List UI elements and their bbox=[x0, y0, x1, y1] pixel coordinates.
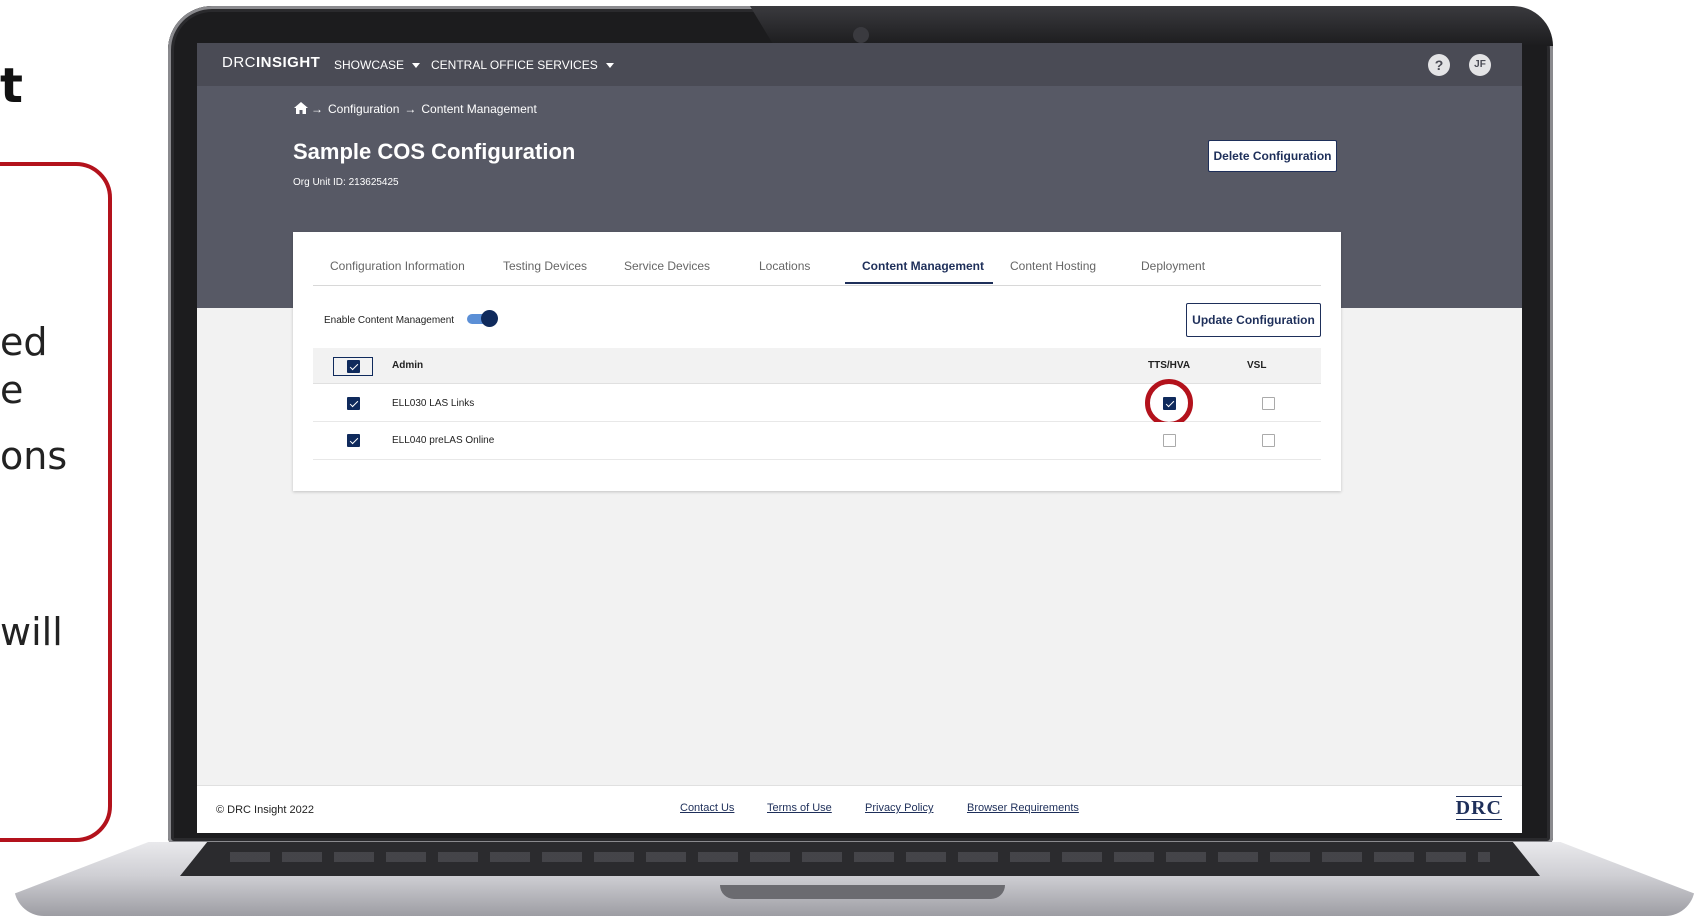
highlight-ring bbox=[1145, 379, 1193, 427]
note-box bbox=[0, 162, 112, 842]
tab-content-management[interactable]: Content Management bbox=[862, 259, 984, 273]
laptop-notch bbox=[720, 885, 1005, 899]
app-screen: DRCINSIGHT SHOWCASE CENTRAL OFFICE SERVI… bbox=[197, 43, 1522, 833]
copyright: © DRC Insight 2022 bbox=[216, 804, 314, 816]
camera-icon bbox=[853, 27, 869, 43]
note-line-3: ons bbox=[0, 434, 68, 478]
nav-cos-label: CENTRAL OFFICE SERVICES bbox=[431, 58, 598, 72]
arrow-right-icon: → bbox=[311, 102, 323, 116]
avatar[interactable]: JF bbox=[1469, 54, 1491, 76]
column-admin: Admin bbox=[392, 360, 424, 371]
lid-gloss bbox=[750, 6, 1553, 46]
arrow-right-icon: → bbox=[404, 102, 417, 116]
tab-deployment[interactable]: Deployment bbox=[1141, 259, 1205, 273]
tab-service-devices[interactable]: Service Devices bbox=[624, 259, 710, 273]
note-line-2: e bbox=[0, 368, 24, 412]
nav-showcase-label: SHOWCASE bbox=[334, 58, 405, 72]
breadcrumb: → Configuration → Content Management bbox=[294, 102, 542, 116]
row-select-checkbox[interactable] bbox=[347, 397, 360, 410]
config-card: Configuration Information Testing Device… bbox=[293, 232, 1341, 491]
column-tts-hva: TTS/HVA bbox=[1148, 360, 1191, 371]
slide-title-fragment: t bbox=[0, 58, 23, 114]
admin-name: ELL040 preLAS Online bbox=[392, 435, 495, 446]
update-configuration-button[interactable]: Update Configuration bbox=[1186, 303, 1321, 337]
tab-configuration-information[interactable]: Configuration Information bbox=[330, 259, 465, 273]
active-tab-indicator bbox=[845, 282, 993, 284]
home-icon[interactable] bbox=[294, 102, 308, 114]
drc-insight-logo[interactable]: DRCINSIGHT bbox=[222, 54, 320, 71]
breadcrumb-configuration[interactable]: Configuration bbox=[328, 102, 399, 116]
tab-content-hosting[interactable]: Content Hosting bbox=[1010, 259, 1096, 273]
tab-bar: Configuration Information Testing Device… bbox=[313, 232, 1321, 286]
help-icon[interactable]: ? bbox=[1428, 54, 1450, 76]
footer: © DRC Insight 2022 Contact Us Terms of U… bbox=[197, 785, 1522, 833]
org-unit-id: Org Unit ID: 213625425 bbox=[293, 177, 399, 188]
row-select-checkbox[interactable] bbox=[347, 434, 360, 447]
table-row: ELL040 preLAS Online bbox=[313, 422, 1321, 460]
page-title: Sample COS Configuration bbox=[293, 139, 576, 164]
chevron-down-icon bbox=[412, 63, 421, 69]
breadcrumb-content-management: Content Management bbox=[421, 102, 537, 116]
top-bar: DRCINSIGHT SHOWCASE CENTRAL OFFICE SERVI… bbox=[197, 43, 1522, 86]
chevron-down-icon bbox=[605, 63, 614, 69]
tab-locations[interactable]: Locations bbox=[759, 259, 810, 273]
nav-central-office-services[interactable]: CENTRAL OFFICE SERVICES bbox=[431, 58, 614, 72]
link-contact-us[interactable]: Contact Us bbox=[680, 802, 734, 814]
delete-configuration-button[interactable]: Delete Configuration bbox=[1208, 140, 1337, 172]
keyboard-keys bbox=[230, 852, 1490, 862]
nav-showcase[interactable]: SHOWCASE bbox=[334, 58, 421, 72]
link-terms-of-use[interactable]: Terms of Use bbox=[767, 802, 832, 814]
select-all-checkbox[interactable] bbox=[347, 360, 360, 373]
logo-name: INSIGHT bbox=[256, 54, 321, 71]
tts-hva-checkbox[interactable] bbox=[1163, 434, 1176, 447]
vsl-checkbox[interactable] bbox=[1262, 397, 1275, 410]
enable-content-management-toggle[interactable] bbox=[467, 310, 498, 327]
link-privacy-policy[interactable]: Privacy Policy bbox=[865, 802, 933, 814]
column-vsl: VSL bbox=[1247, 360, 1267, 371]
table-row: ELL030 LAS Links bbox=[313, 379, 1321, 427]
tab-testing-devices[interactable]: Testing Devices bbox=[503, 259, 587, 273]
admin-name: ELL030 LAS Links bbox=[392, 398, 475, 409]
logo-prefix: DRC bbox=[222, 54, 256, 71]
enable-content-management-label: Enable Content Management bbox=[324, 315, 455, 326]
drc-corporation-logo: DRC bbox=[1455, 796, 1502, 820]
note-line-4: will bbox=[0, 610, 63, 654]
toggle-knob bbox=[481, 310, 498, 327]
link-browser-requirements[interactable]: Browser Requirements bbox=[967, 802, 1079, 814]
note-line-1: ed bbox=[0, 320, 48, 364]
vsl-checkbox[interactable] bbox=[1262, 434, 1275, 447]
